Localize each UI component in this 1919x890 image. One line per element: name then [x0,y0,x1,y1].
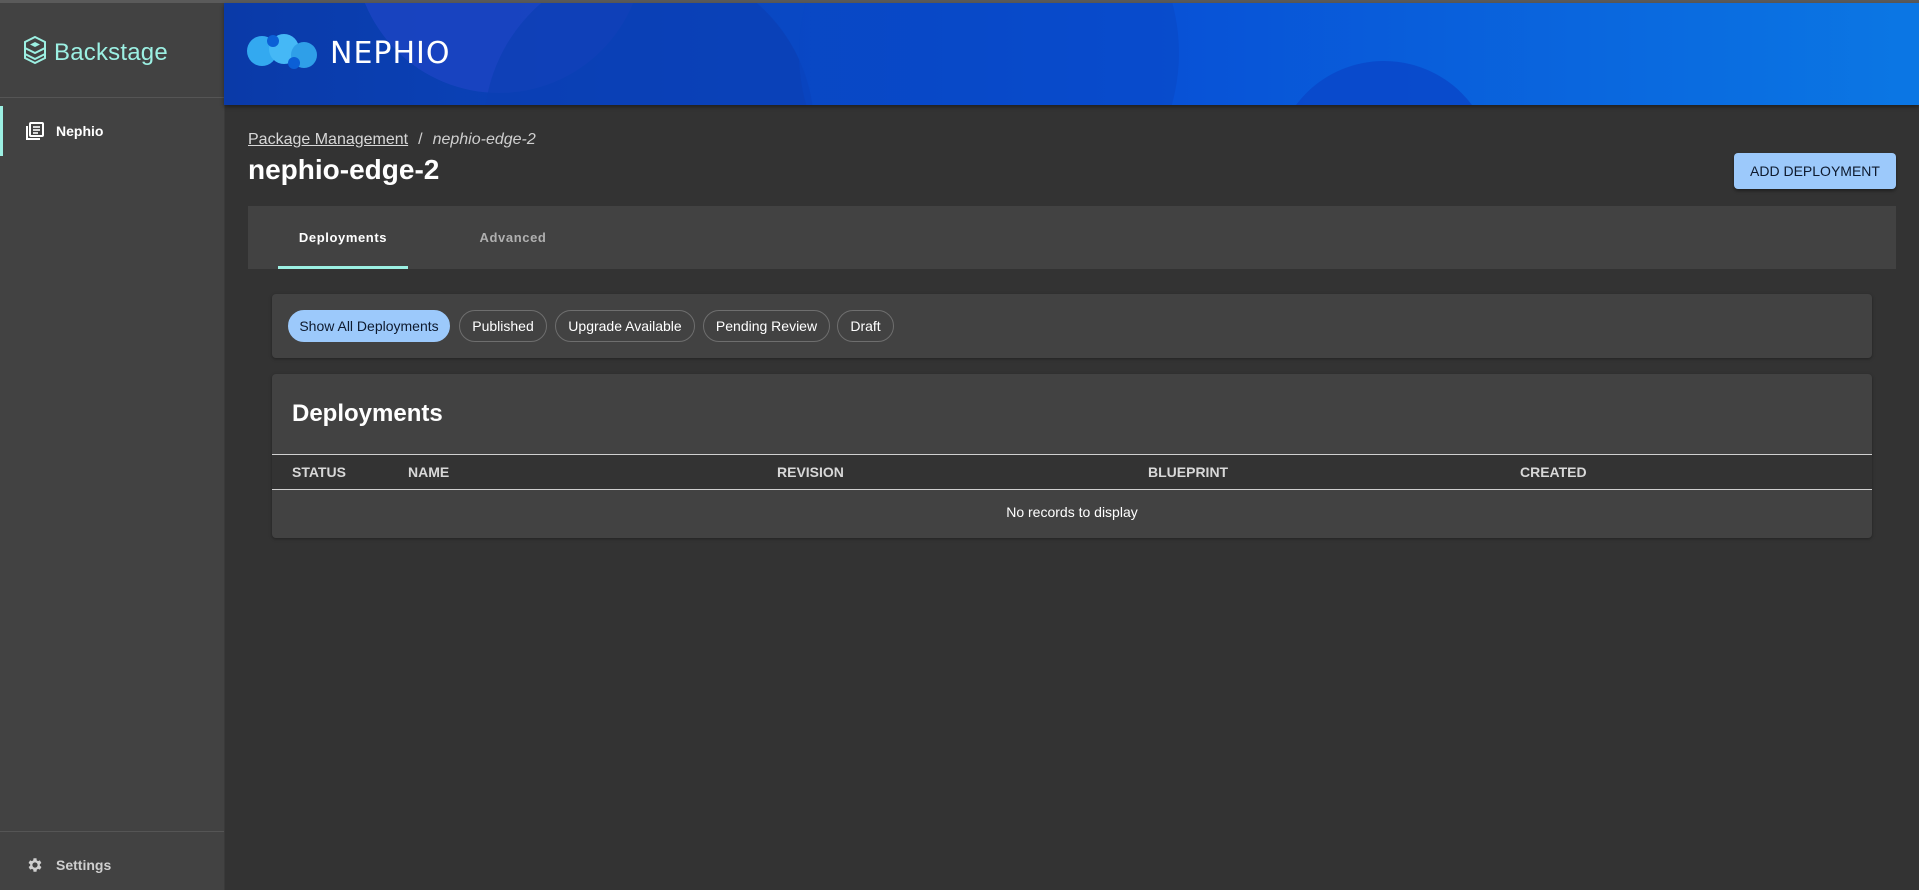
breadcrumb-link-package-management[interactable]: Package Management [248,131,408,149]
active-indicator [0,106,3,156]
filter-bar: Show All Deployments Published Upgrade A… [272,294,1872,358]
page-title: nephio-edge-2 [248,154,440,185]
nephio-logo: NEPHIO [246,27,451,80]
column-header-status[interactable]: STATUS [292,464,346,480]
sidebar-item-label: Nephio [56,123,104,139]
tab-bar: Deployments Advanced [248,206,1896,269]
sidebar-item-settings[interactable]: Settings [0,845,224,885]
filter-chip-published[interactable]: Published [459,310,547,342]
breadcrumb: Package Management / nephio-edge-2 [248,131,536,149]
backstage-logo-icon [22,35,48,70]
tab-label: Advanced [479,230,547,245]
tab-deployments[interactable]: Deployments [278,206,408,269]
add-deployment-button[interactable]: ADD DEPLOYMENT [1734,153,1896,189]
column-header-revision[interactable]: REVISION [777,464,844,480]
sidebar: Backstage Nephio Settings [0,3,225,890]
tab-active-indicator [278,266,408,269]
sidebar-divider [0,97,224,98]
sidebar-divider [0,831,224,832]
breadcrumb-separator: / [418,131,423,148]
nephio-logo-icon [246,27,326,80]
empty-table-message: No records to display [1006,504,1138,520]
filter-chip-show-all[interactable]: Show All Deployments [288,310,450,342]
breadcrumb-current: nephio-edge-2 [432,131,536,148]
gear-icon [26,856,44,879]
table-title: Deployments [292,400,443,427]
nephio-logo-text: NEPHIO [330,36,451,71]
sidebar-item-nephio[interactable]: Nephio [0,106,224,156]
brand-logo[interactable]: Backstage [22,35,168,70]
brand-name: Backstage [54,38,168,66]
column-header-created[interactable]: CREATED [1520,464,1587,480]
banner-decoration [1274,61,1494,105]
column-header-blueprint[interactable]: BLUEPRINT [1148,464,1228,480]
tab-label: Deployments [298,230,388,245]
deployments-table: Deployments STATUS NAME REVISION BLUEPRI… [272,374,1872,538]
tab-advanced[interactable]: Advanced [448,206,578,269]
header-banner: NEPHIO [224,3,1919,105]
column-header-name[interactable]: NAME [408,464,449,480]
filter-chip-pending-review[interactable]: Pending Review [703,310,830,342]
filter-chip-draft[interactable]: Draft [837,310,894,342]
settings-label: Settings [56,857,112,873]
table-header-row: STATUS NAME REVISION BLUEPRINT CREATED [272,454,1872,490]
library-icon [26,122,44,145]
filter-chip-upgrade-available[interactable]: Upgrade Available [555,310,695,342]
banner-decoration [799,3,1179,105]
banner-decoration [484,3,814,105]
